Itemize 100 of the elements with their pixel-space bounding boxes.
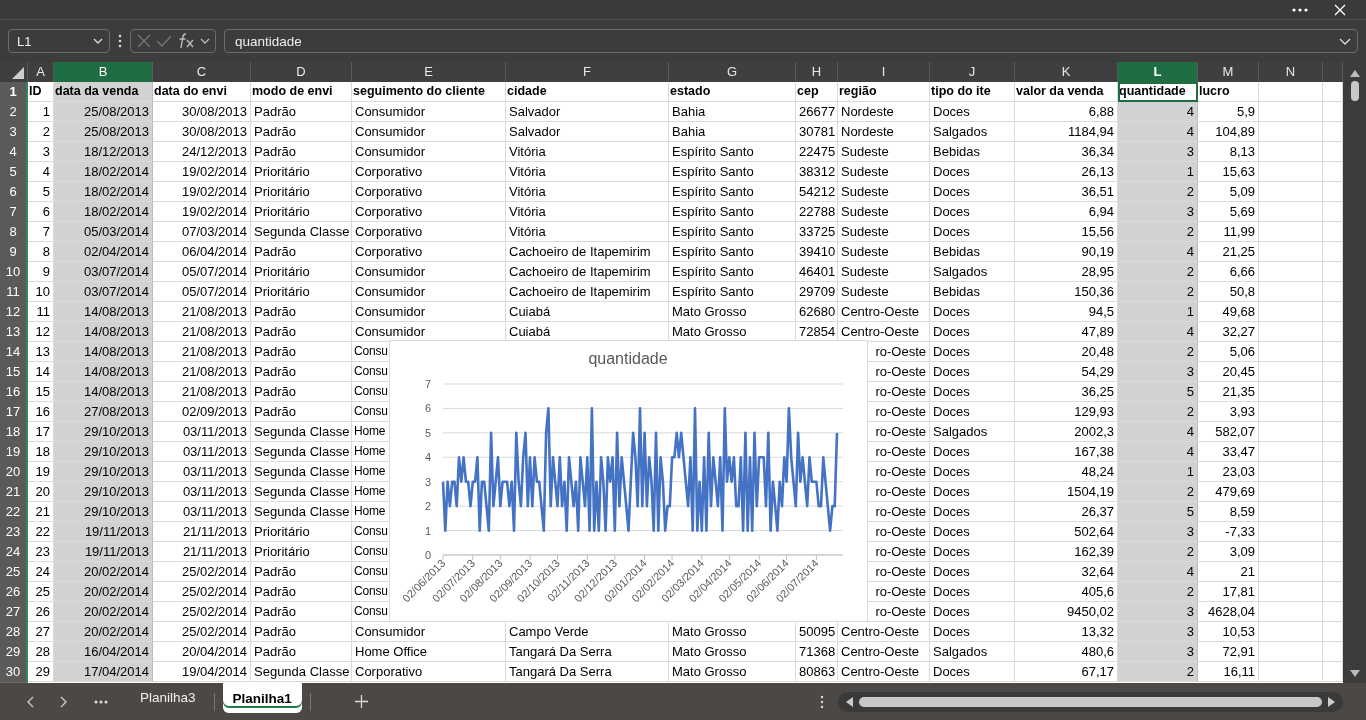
chevron-right-icon[interactable] bbox=[60, 695, 68, 708]
formula-field[interactable]: quantidade bbox=[224, 29, 1358, 53]
sheet-tab[interactable]: Planilha3 bbox=[130, 684, 206, 711]
table-cell: 14/08/2013 bbox=[54, 382, 153, 402]
row-header[interactable]: 2 bbox=[0, 102, 28, 123]
row-header[interactable]: 27 bbox=[0, 602, 28, 623]
row-header[interactable]: 28 bbox=[0, 622, 28, 643]
scroll-up-icon[interactable] bbox=[1349, 70, 1360, 77]
table-cell: 9450,02 bbox=[1015, 602, 1118, 622]
row-header[interactable]: 6 bbox=[0, 182, 28, 203]
table-cell: Corporativo bbox=[352, 222, 506, 242]
table-cell: 2 bbox=[1118, 262, 1198, 282]
table-cell: 05/07/2014 bbox=[153, 262, 251, 282]
table-cell: 20 bbox=[28, 482, 54, 502]
scroll-left-icon[interactable] bbox=[846, 696, 853, 707]
vertical-dots-icon[interactable] bbox=[118, 34, 122, 48]
table-cell: 162,39 bbox=[1015, 542, 1118, 562]
table-cell: Doces bbox=[930, 302, 1015, 322]
row-header[interactable]: 22 bbox=[0, 502, 28, 523]
table-cell: Salvador bbox=[506, 122, 669, 142]
name-box[interactable]: L1 bbox=[8, 29, 110, 53]
axis-label: 4 bbox=[424, 451, 431, 464]
table-cell: 2 bbox=[1118, 662, 1198, 682]
row-header[interactable]: 14 bbox=[0, 342, 28, 363]
table-cell: 24/12/2013 bbox=[153, 142, 251, 162]
table-cell: Sudeste bbox=[838, 222, 930, 242]
chevron-down-icon[interactable] bbox=[199, 38, 210, 44]
table-cell: 6,88 bbox=[1015, 102, 1118, 122]
table-cell: Centro-Oeste bbox=[838, 302, 930, 322]
row-header[interactable]: 8 bbox=[0, 222, 28, 243]
select-all-icon[interactable] bbox=[11, 66, 25, 80]
table-cell: Doces bbox=[930, 662, 1015, 682]
more-icon[interactable] bbox=[94, 699, 108, 704]
table-cell: Doces bbox=[930, 322, 1015, 342]
row-header[interactable]: 20 bbox=[0, 462, 28, 483]
row-header[interactable]: 29 bbox=[0, 642, 28, 663]
scroll-down-icon[interactable] bbox=[1349, 670, 1360, 677]
table-cell: 3 bbox=[1118, 142, 1198, 162]
row-header[interactable]: 16 bbox=[0, 382, 28, 403]
table-cell: 13 bbox=[28, 342, 54, 362]
row-header[interactable]: 12 bbox=[0, 302, 28, 323]
header-cell: cep bbox=[796, 82, 838, 102]
row-header[interactable]: 15 bbox=[0, 362, 28, 383]
table-cell: 479,69 bbox=[1198, 482, 1259, 502]
table-cell: Doces bbox=[930, 562, 1015, 582]
row-header[interactable]: 26 bbox=[0, 582, 28, 603]
row-header[interactable]: 10 bbox=[0, 262, 28, 283]
row-header[interactable]: 18 bbox=[0, 422, 28, 443]
row-header[interactable]: 30 bbox=[0, 662, 28, 683]
vertical-dots-icon[interactable] bbox=[820, 694, 824, 709]
table-cell: 4 bbox=[1118, 442, 1198, 462]
table-cell: Centro-Oeste bbox=[838, 622, 930, 642]
row-header[interactable]: 13 bbox=[0, 322, 28, 343]
scroll-right-icon[interactable] bbox=[1328, 696, 1335, 707]
table-cell: 19/11/2013 bbox=[54, 542, 153, 562]
more-icon[interactable] bbox=[1292, 7, 1308, 12]
table-cell: Doces bbox=[930, 102, 1015, 122]
table-cell: Salgados bbox=[930, 262, 1015, 282]
table-cell: 167,38 bbox=[1015, 442, 1118, 462]
axis-label: 5 bbox=[424, 426, 431, 439]
chevron-left-icon[interactable] bbox=[26, 695, 34, 708]
table-cell: Sudeste bbox=[838, 202, 930, 222]
table-cell: 3,09 bbox=[1198, 542, 1259, 562]
row-header[interactable]: 24 bbox=[0, 542, 28, 563]
row-header[interactable]: 4 bbox=[0, 142, 28, 163]
add-sheet-icon[interactable] bbox=[354, 695, 368, 708]
table-cell: 18/02/2014 bbox=[54, 202, 153, 222]
header-cell: data da venda bbox=[54, 82, 153, 102]
row-header[interactable]: 7 bbox=[0, 202, 28, 223]
row-header[interactable]: 25 bbox=[0, 562, 28, 583]
table-cell: Padrão bbox=[251, 242, 352, 262]
chevron-down-icon[interactable] bbox=[1339, 37, 1351, 45]
column-header[interactable]: L bbox=[1118, 62, 1198, 82]
row-header[interactable]: 11 bbox=[0, 282, 28, 303]
row-header[interactable]: 3 bbox=[0, 122, 28, 143]
row-header[interactable]: 23 bbox=[0, 522, 28, 543]
row-header[interactable]: 21 bbox=[0, 482, 28, 503]
chevron-down-icon[interactable] bbox=[93, 38, 103, 44]
cancel-icon[interactable] bbox=[136, 34, 151, 48]
row-header[interactable]: 9 bbox=[0, 242, 28, 263]
check-icon[interactable] bbox=[155, 35, 172, 47]
table-cell: Home Office bbox=[352, 642, 506, 662]
row-header[interactable]: 5 bbox=[0, 162, 28, 183]
table-cell: 14/08/2013 bbox=[54, 362, 153, 382]
row-header[interactable]: 19 bbox=[0, 442, 28, 463]
table-cell: Corporativo bbox=[352, 242, 506, 262]
row-header[interactable]: 1 bbox=[0, 82, 28, 103]
horizontal-scrollbar[interactable] bbox=[838, 691, 1343, 712]
table-cell: 47,89 bbox=[1015, 322, 1118, 342]
row-header[interactable]: 17 bbox=[0, 402, 28, 423]
sheet-tab[interactable]: Planilha1 bbox=[222, 682, 302, 713]
table-cell: Doces bbox=[930, 342, 1015, 362]
table-cell: 06/04/2014 bbox=[153, 242, 251, 262]
close-icon[interactable] bbox=[1334, 3, 1346, 16]
table-cell: Sudeste bbox=[838, 182, 930, 202]
table-cell: 29/10/2013 bbox=[54, 462, 153, 482]
column-header[interactable]: B bbox=[54, 62, 153, 82]
scroll-thumb[interactable] bbox=[1350, 81, 1359, 101]
table-cell: 21,25 bbox=[1198, 242, 1259, 262]
table-cell: 29/10/2013 bbox=[54, 502, 153, 522]
